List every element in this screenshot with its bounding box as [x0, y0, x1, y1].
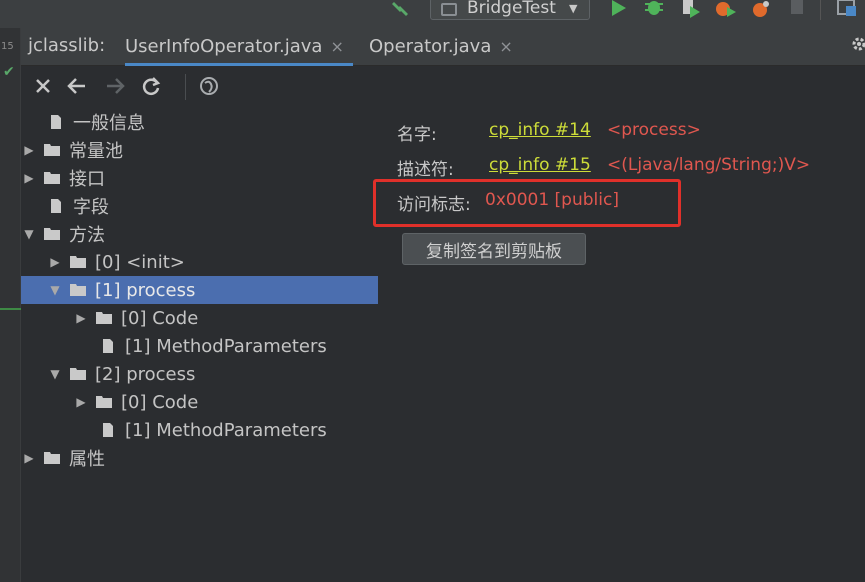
- file-icon: [51, 115, 61, 129]
- run-configuration-select[interactable]: BridgeTest ▼: [430, 0, 590, 20]
- chevron-down-icon: ▼: [569, 2, 578, 15]
- tree-item-label: 常量池: [69, 141, 123, 162]
- tab-label: Operator.java: [369, 36, 492, 57]
- tree-item-interfaces[interactable]: ▶ 接口: [21, 164, 105, 192]
- jclasslib-toolbar: [21, 66, 865, 106]
- toolbar-divider: [185, 74, 186, 100]
- tree-item-fields[interactable]: 字段: [25, 192, 109, 220]
- file-icon: [103, 423, 113, 437]
- profile-alt-icon[interactable]: [750, 0, 774, 20]
- tree-item-label: [0] <init>: [95, 251, 185, 273]
- plugin-title: jclasslib:: [28, 35, 106, 56]
- chevron-right-icon[interactable]: ▶: [73, 311, 89, 325]
- tree-item-methods[interactable]: ▼ 方法: [21, 220, 105, 248]
- run-config-icon: [441, 3, 457, 16]
- run-toolbar: BridgeTest ▼: [0, 0, 865, 28]
- line-number: 15: [1, 41, 14, 52]
- tree-item-label: [1] MethodParameters: [125, 335, 327, 357]
- stop-icon[interactable]: [786, 0, 810, 20]
- gear-icon[interactable]: [851, 36, 865, 52]
- folder-open-icon: [70, 368, 86, 380]
- debug-bug-icon[interactable]: [642, 0, 666, 20]
- file-icon: [51, 199, 61, 213]
- back-arrow-icon[interactable]: [65, 74, 89, 98]
- profile-icon[interactable]: [714, 0, 738, 20]
- tree-item-label: 属性: [69, 449, 105, 470]
- tree-item-label: 字段: [73, 197, 109, 218]
- name-value: <process>: [607, 120, 701, 140]
- tree-item-label: [0] Code: [121, 391, 199, 413]
- copy-signature-button[interactable]: 复制签名到剪贴板: [402, 233, 586, 265]
- globe-icon[interactable]: [197, 74, 221, 98]
- tree-item-method-2-code[interactable]: ▶ [0] Code: [73, 388, 198, 416]
- tree-item-method-process-2[interactable]: ▼ [2] process: [47, 360, 195, 388]
- build-hammer-icon[interactable]: [390, 0, 416, 18]
- forward-arrow-icon[interactable]: [103, 74, 127, 98]
- tab-userinfooperator[interactable]: UserInfoOperator.java ×: [125, 28, 353, 66]
- tree-item-label: 一般信息: [73, 113, 145, 134]
- tree-item-label: 接口: [69, 169, 105, 190]
- close-icon[interactable]: ×: [330, 37, 343, 56]
- chevron-down-icon[interactable]: ▼: [47, 283, 63, 297]
- folder-icon: [44, 144, 60, 156]
- folder-icon: [70, 256, 86, 268]
- chevron-down-icon[interactable]: ▼: [21, 227, 37, 241]
- editor-gutter: 15 ✔: [0, 28, 21, 582]
- chevron-right-icon[interactable]: ▶: [21, 143, 37, 157]
- editor-tab-bar: jclasslib: UserInfoOperator.java × Operat…: [21, 28, 865, 66]
- tree-item-constant-pool[interactable]: ▶ 常量池: [21, 136, 123, 164]
- folder-open-icon: [70, 284, 86, 296]
- chevron-down-icon[interactable]: ▼: [47, 367, 63, 381]
- name-label: 名字:: [397, 125, 437, 145]
- close-icon[interactable]: [31, 74, 55, 98]
- tree-item-attributes[interactable]: ▶ 属性: [21, 444, 105, 472]
- tree-item-method-1-parameters[interactable]: [1] MethodParameters: [77, 332, 327, 360]
- descriptor-label: 描述符:: [397, 160, 454, 180]
- tree-item-label: [1] MethodParameters: [125, 419, 327, 441]
- folder-icon: [96, 312, 112, 324]
- tree-item-method-2-parameters[interactable]: [1] MethodParameters: [77, 416, 327, 444]
- tree-item-general-info[interactable]: 一般信息: [25, 108, 145, 136]
- tree-item-label: [2] process: [95, 363, 196, 385]
- tree-item-label: 方法: [69, 225, 105, 246]
- coverage-icon[interactable]: [678, 0, 702, 20]
- run-icon[interactable]: [606, 0, 630, 20]
- close-icon[interactable]: ×: [499, 37, 512, 56]
- tree-item-method-1-code[interactable]: ▶ [0] Code: [73, 304, 198, 332]
- tab-operator[interactable]: Operator.java ×: [369, 28, 539, 66]
- annotation-highlight-box: [373, 179, 681, 227]
- tab-label: UserInfoOperator.java: [125, 36, 323, 57]
- checkmark-icon: ✔: [3, 64, 15, 80]
- chevron-right-icon[interactable]: ▶: [21, 171, 37, 185]
- folder-open-icon: [44, 228, 60, 240]
- class-structure-tree: 一般信息 ▶ 常量池 ▶ 接口 字段 ▼ 方法 ▶ [0] <init> ▼ […: [21, 107, 381, 582]
- file-icon: [103, 339, 113, 353]
- chevron-right-icon[interactable]: ▶: [73, 395, 89, 409]
- folder-icon: [96, 396, 112, 408]
- chevron-right-icon[interactable]: ▶: [21, 451, 37, 465]
- change-marker: [0, 308, 21, 310]
- folder-icon: [44, 172, 60, 184]
- name-cp-link[interactable]: cp_info #14: [489, 120, 591, 140]
- project-structure-icon[interactable]: [836, 0, 860, 20]
- chevron-right-icon[interactable]: ▶: [47, 255, 63, 269]
- tree-item-method-process-1[interactable]: ▼ [1] process: [21, 276, 378, 304]
- tree-item-label: [0] Code: [121, 307, 199, 329]
- tree-item-label: [1] process: [95, 279, 196, 301]
- refresh-icon[interactable]: [139, 74, 163, 98]
- tree-item-method-init[interactable]: ▶ [0] <init>: [47, 248, 185, 276]
- descriptor-value: <(Ljava/lang/String;)V>: [607, 155, 811, 175]
- folder-icon: [44, 452, 60, 464]
- descriptor-cp-link[interactable]: cp_info #15: [489, 155, 591, 175]
- toolbar-divider: [820, 0, 821, 20]
- run-config-label: BridgeTest: [467, 0, 556, 18]
